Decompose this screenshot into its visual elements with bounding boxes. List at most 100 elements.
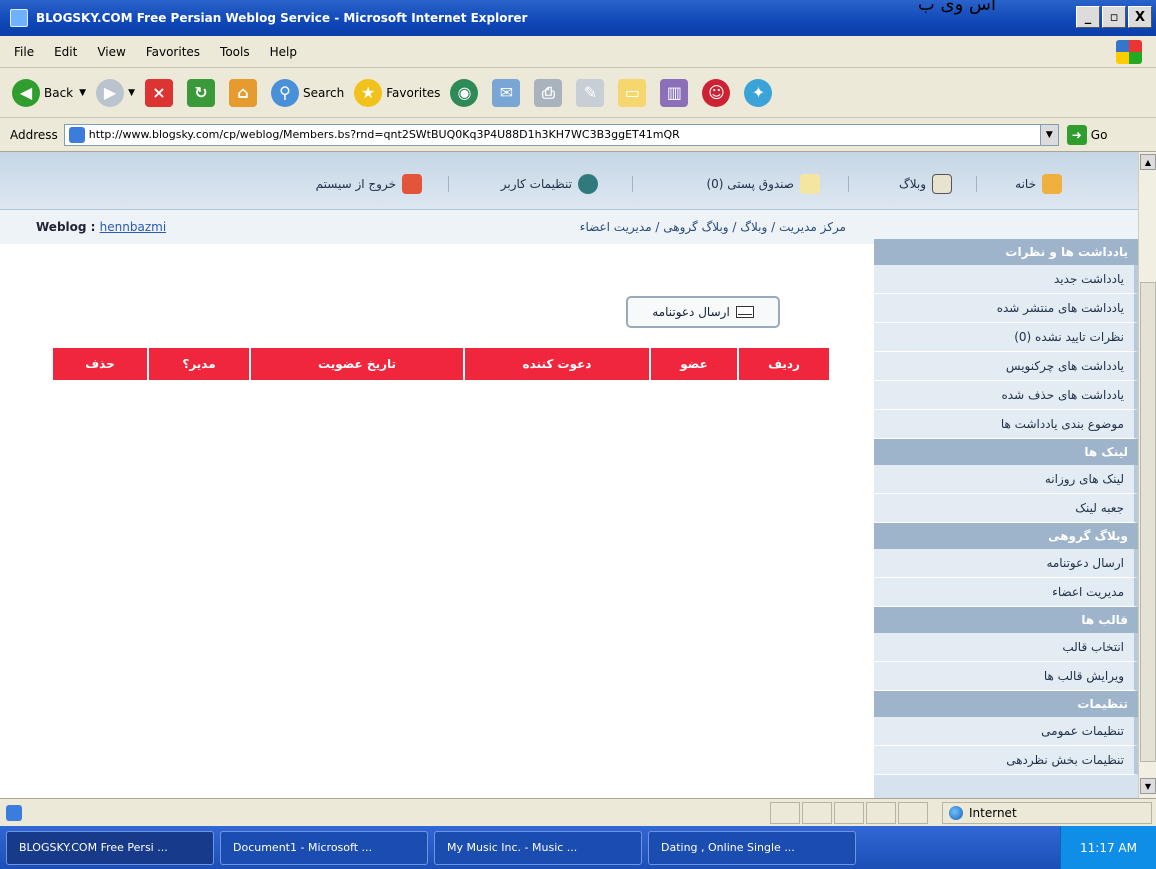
sidebar-item-general-settings[interactable]: تنظیمات عمومی — [874, 717, 1138, 746]
scroll-up-icon[interactable]: ▲ — [1140, 154, 1156, 170]
sidebar-item-comment-settings[interactable]: تنظیمات بخش نظردهی — [874, 746, 1138, 775]
taskbar-item-music[interactable]: My Music Inc. - Music ... — [434, 830, 642, 865]
nav-divider — [848, 176, 849, 192]
minimize-button[interactable]: _ — [1076, 6, 1100, 28]
notepad-icon — [932, 174, 952, 194]
go-button[interactable]: ➜ Go — [1066, 124, 1107, 145]
back-button[interactable]: ◀ Back ▼ — [12, 78, 86, 107]
messenger-button[interactable]: ☺ — [702, 78, 734, 107]
print-button[interactable]: ⎙ — [534, 78, 566, 107]
media-icon: ◉ — [450, 78, 479, 107]
site-top-nav: خانه وبلاگ صندوق پستی (0) تنظیمات کاربر … — [0, 152, 1138, 210]
browser-toolbar: ◀ Back ▼ ▶ ▼ × ↻ ⌂ ⚲ Search ★ Favorites … — [0, 68, 1156, 118]
menu-tools[interactable]: Tools — [220, 45, 250, 59]
col-delete: حذف — [51, 348, 147, 380]
research-icon: ▥ — [660, 78, 689, 107]
security-zone: Internet — [942, 802, 1152, 824]
back-dropdown-icon[interactable]: ▼ — [79, 88, 86, 98]
nav-divider — [632, 176, 633, 192]
taskbar-item-blogsky[interactable]: BLOGSKY.COM Free Persi ... — [6, 830, 214, 865]
vertical-scrollbar[interactable]: ▲ ▼ — [1138, 152, 1156, 798]
status-panel — [866, 802, 896, 824]
refresh-button[interactable]: ↻ — [186, 78, 219, 107]
system-tray-clock[interactable]: 11:17 AM — [1060, 826, 1156, 869]
mail-button[interactable]: ✉ — [492, 78, 524, 107]
corner-text: اس وی ب — [917, 0, 996, 15]
nav-inbox[interactable]: صندوق پستی (0) — [706, 174, 820, 194]
edit-button[interactable]: ✎ — [576, 78, 608, 107]
forward-button[interactable]: ▶ ▼ — [96, 78, 135, 107]
nav-user-settings[interactable]: تنظیمات کاربر — [501, 174, 598, 194]
close-button[interactable]: X — [1128, 6, 1152, 28]
taskbar-item-document[interactable]: Document1 - Microsoft ... — [220, 830, 428, 865]
address-label: Address — [10, 127, 58, 142]
go-arrow-icon: ➜ — [1066, 124, 1087, 145]
scroll-down-icon[interactable]: ▼ — [1140, 778, 1156, 794]
favorites-button[interactable]: ★ Favorites — [354, 78, 440, 107]
sidebar-item-send-invitation[interactable]: ارسال دعوتنامه — [874, 549, 1138, 578]
stop-button[interactable]: × — [144, 78, 177, 107]
menu-edit[interactable]: Edit — [54, 45, 77, 59]
sidebar-section-posts: یادداشت ها و نظرات — [874, 239, 1138, 265]
col-member: عضو — [649, 348, 737, 380]
ie-window: BLOGSKY.COM Free Persian Weblog Service … — [0, 0, 1156, 869]
nav-divider — [976, 176, 977, 192]
windows-logo-icon — [1116, 40, 1142, 64]
page-viewport: خانه وبلاگ صندوق پستی (0) تنظیمات کاربر … — [0, 152, 1138, 798]
envelope-icon — [735, 306, 754, 318]
nav-logout[interactable]: خروج از سیستم — [316, 174, 422, 194]
search-icon: ⚲ — [270, 78, 299, 107]
globe-icon — [949, 806, 963, 820]
nav-weblog-label: وبلاگ — [898, 177, 926, 191]
maximize-button[interactable]: ▫ — [1102, 6, 1126, 28]
window-controls: _ ▫ X — [1076, 6, 1152, 28]
sidebar-item-published-posts[interactable]: یادداشت های منتشر شده — [874, 294, 1138, 323]
forward-dropdown-icon[interactable]: ▼ — [128, 88, 135, 98]
scroll-thumb[interactable] — [1140, 282, 1156, 762]
forward-arrow-icon: ▶ — [96, 78, 125, 107]
sidebar-item-link-box[interactable]: جعبه لینک — [874, 494, 1138, 523]
search-button[interactable]: ⚲ Search — [270, 78, 344, 107]
discuss-icon: ▭ — [618, 78, 647, 107]
media-button[interactable]: ◉ — [450, 78, 482, 107]
sidebar-item-post-categories[interactable]: موضوع بندی یادداشت ها — [874, 410, 1138, 439]
nav-user-settings-label: تنظیمات کاربر — [500, 177, 572, 191]
stop-icon: × — [144, 78, 173, 107]
admin-sidebar: یادداشت ها و نظرات یادداشت جدید یادداشت … — [874, 239, 1138, 798]
menu-view[interactable]: View — [97, 45, 125, 59]
sidebar-item-choose-template[interactable]: انتخاب قالب — [874, 633, 1138, 662]
sidebar-item-deleted-posts[interactable]: یادداشت های حذف شده — [874, 381, 1138, 410]
refresh-icon: ↻ — [186, 78, 215, 107]
weblog-name-link[interactable]: hennbazmi — [100, 220, 167, 234]
sidebar-item-unapproved-comments[interactable]: نظرات تایید نشده (0) — [874, 323, 1138, 352]
sidebar-item-manage-members[interactable]: مدیریت اعضاء — [874, 578, 1138, 607]
title-bar[interactable]: BLOGSKY.COM Free Persian Weblog Service … — [0, 0, 1156, 36]
msn-button[interactable]: ✦ — [744, 78, 776, 107]
menu-favorites[interactable]: Favorites — [146, 45, 200, 59]
sidebar-item-new-post[interactable]: یادداشت جدید — [874, 265, 1138, 294]
sidebar-item-daily-links[interactable]: لینک های روزانه — [874, 465, 1138, 494]
address-input[interactable]: http://www.blogsky.com/cp/weblog/Members… — [63, 123, 1059, 146]
nav-divider — [448, 176, 449, 192]
col-row-number: ردیف — [737, 348, 829, 380]
research-button[interactable]: ▥ — [660, 78, 692, 107]
nav-home[interactable]: خانه — [1015, 174, 1062, 194]
weblog-label: Weblog : — [36, 220, 96, 234]
menu-help[interactable]: Help — [270, 45, 297, 59]
address-url[interactable]: http://www.blogsky.com/cp/weblog/Members… — [89, 128, 1040, 141]
status-bar: Internet — [0, 798, 1156, 826]
sidebar-item-edit-templates[interactable]: ویرایش قالب ها — [874, 662, 1138, 691]
address-dropdown-icon[interactable]: ▼ — [1039, 124, 1058, 145]
taskbar: BLOGSKY.COM Free Persi ... Document1 - M… — [0, 826, 1156, 869]
nav-home-label: خانه — [1015, 177, 1036, 191]
discuss-button[interactable]: ▭ — [618, 78, 650, 107]
home-button[interactable]: ⌂ — [228, 78, 261, 107]
menu-file[interactable]: File — [14, 45, 34, 59]
nav-weblog[interactable]: وبلاگ — [899, 174, 952, 194]
taskbar-item-dating[interactable]: Dating , Online Single ... — [648, 830, 856, 865]
page-icon — [68, 126, 85, 143]
breadcrumb[interactable]: مرکز مدیریت / وبلاگ / وبلاگ گروهی / مدیر… — [580, 220, 846, 234]
sidebar-item-drafts[interactable]: یادداشت های چرکنویس — [874, 352, 1138, 381]
status-panel — [802, 802, 832, 824]
send-invitation-button[interactable]: ارسال دعوتنامه — [626, 296, 780, 328]
